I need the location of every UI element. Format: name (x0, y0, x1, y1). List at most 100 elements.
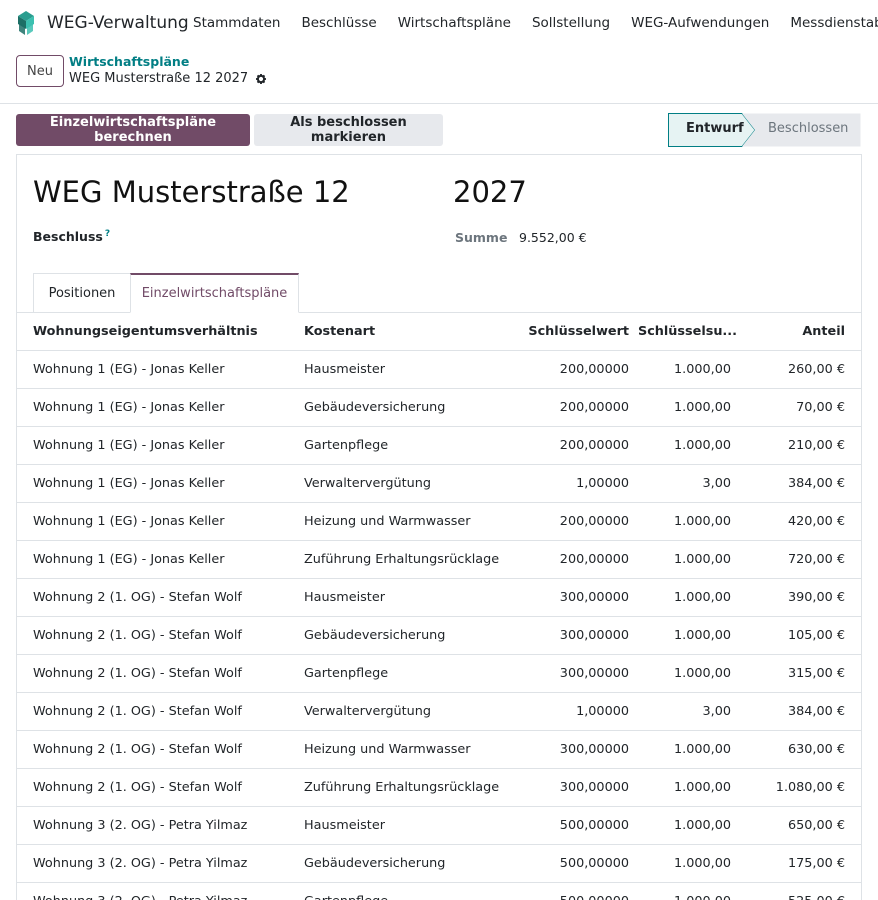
cell-cost-type: Gartenpflege (304, 883, 524, 900)
breadcrumb-parent-link[interactable]: Wirtschaftspläne (69, 54, 189, 69)
cell-unit: Wohnung 1 (EG) - Jonas Keller (33, 552, 225, 567)
cell-cost-type: Zuführung Erhaltungsrücklage (304, 552, 500, 567)
status-draft[interactable]: Entwurf (686, 121, 744, 136)
compute-plans-button[interactable]: Einzelwirtschaftspläne berechnen (16, 114, 250, 146)
record-name[interactable]: WEG Musterstraße 12 (33, 175, 350, 209)
cell-key-sum: 1.000,00 (674, 856, 731, 871)
table-row[interactable]: Wohnung 3 (2. OG) - Petra Yilmaz Gartenpf… (17, 883, 861, 900)
column-header-key-sum[interactable]: Schlüsselsu... (638, 313, 738, 351)
cell-key-value: 500,00000 (559, 856, 629, 871)
menu-item-weg-aufwendungen[interactable]: WEG-Aufwendungen (631, 15, 769, 31)
cell-key-sum: 1.000,00 (674, 590, 731, 605)
table-row[interactable]: Wohnung 2 (1. OG) - Stefan Wolf Gebäudeve… (17, 617, 861, 655)
table-row[interactable]: Wohnung 2 (1. OG) - Stefan Wolf Heizung u… (17, 731, 861, 769)
beschluss-label-text: Beschluss (33, 229, 103, 245)
cell-cost-type: Heizung und Warmwasser (304, 742, 471, 757)
beschluss-label: Beschluss? (33, 229, 110, 244)
table-row[interactable]: Wohnung 1 (EG) - Jonas Keller Zuführung E… (17, 541, 861, 579)
table-row[interactable]: Wohnung 1 (EG) - Jonas Keller Gebäudevers… (17, 389, 861, 427)
new-button[interactable]: Neu (16, 55, 64, 87)
mark-approved-button[interactable]: Als beschlossen markieren (254, 114, 443, 146)
cell-share: 1.080,00 € (775, 780, 845, 795)
cell-share: 525,00 € (737, 883, 845, 900)
summe-value: 9.552,00 € (519, 230, 587, 245)
cell-key-value: 1,00000 (576, 704, 629, 719)
main-menu: Stammdaten Beschlüsse Wirtschaftspläne S… (193, 15, 878, 31)
help-icon[interactable]: ? (105, 229, 110, 239)
cell-cost-type: Zuführung Erhaltungsrücklage (304, 780, 500, 795)
table-row[interactable]: Wohnung 1 (EG) - Jonas Keller Gartenpfleg… (17, 427, 861, 465)
menu-item-wirtschaftsplaene[interactable]: Wirtschaftspläne (398, 15, 511, 31)
column-header-cost-type[interactable]: Kostenart (304, 313, 524, 351)
table-row[interactable]: Wohnung 2 (1. OG) - Stefan Wolf Verwalter… (17, 693, 861, 731)
summe-label: Summe (455, 230, 508, 245)
column-header-share[interactable]: Anteil (737, 313, 845, 351)
plans-table: Wohnungseigentumsverhältnis Kostenart Sc… (17, 313, 861, 900)
cell-unit: Wohnung 2 (1. OG) - Stefan Wolf (33, 666, 242, 681)
menu-item-messdienstabrechnung[interactable]: Messdienstabrechnu (790, 15, 878, 31)
cell-unit: Wohnung 3 (2. OG) - Petra Yilmaz (33, 883, 293, 900)
cell-key-sum: 1.000,00 (637, 883, 731, 900)
cell-key-sum: 1.000,00 (674, 438, 731, 453)
table-row[interactable]: Wohnung 2 (1. OG) - Stefan Wolf Hausmeist… (17, 579, 861, 617)
cell-unit: Wohnung 1 (EG) - Jonas Keller (33, 476, 225, 491)
cell-share: 105,00 € (788, 628, 845, 643)
status-bar: Entwurf Beschlossen (668, 113, 861, 147)
cell-unit: Wohnung 3 (2. OG) - Petra Yilmaz (33, 856, 248, 871)
table-row[interactable]: Wohnung 1 (EG) - Jonas Keller Heizung und… (17, 503, 861, 541)
cell-share: 420,00 € (788, 514, 845, 529)
gear-icon[interactable] (255, 73, 267, 85)
cell-unit: Wohnung 1 (EG) - Jonas Keller (33, 400, 225, 415)
cell-key-sum: 3,00 (702, 704, 732, 719)
tab-einzelwirtschaftsplaene[interactable]: Einzelwirtschaftspläne (130, 273, 299, 313)
table-row[interactable]: Wohnung 2 (1. OG) - Stefan Wolf Zuführung… (17, 769, 861, 807)
status-approved[interactable]: Beschlossen (768, 121, 848, 136)
cell-share: 210,00 € (788, 438, 845, 453)
column-header-unit[interactable]: Wohnungseigentumsverhältnis (33, 313, 293, 351)
cell-unit: Wohnung 1 (EG) - Jonas Keller (33, 514, 225, 529)
cell-cost-type: Heizung und Warmwasser (304, 514, 471, 529)
menu-item-beschluesse[interactable]: Beschlüsse (301, 15, 376, 31)
cell-cost-type: Verwaltervergütung (304, 704, 431, 719)
cell-unit: Wohnung 2 (1. OG) - Stefan Wolf (33, 704, 242, 719)
cell-key-sum: 1.000,00 (674, 780, 731, 795)
cell-cost-type: Gartenpflege (304, 438, 389, 453)
cell-cost-type: Gebäudeversicherung (304, 856, 446, 871)
cell-cost-type: Hausmeister (304, 590, 385, 605)
cell-key-value: 200,00000 (559, 362, 629, 377)
tab-positionen[interactable]: Positionen (33, 273, 131, 312)
breadcrumb-current-label: WEG Musterstraße 12 2027 (69, 71, 249, 86)
menu-item-sollstellung[interactable]: Sollstellung (532, 15, 610, 31)
table-row[interactable]: Wohnung 3 (2. OG) - Petra Yilmaz Gebäudev… (17, 845, 861, 883)
header-divider (0, 103, 878, 104)
app-icon[interactable] (12, 9, 40, 37)
cell-cost-type: Verwaltervergütung (304, 476, 431, 491)
cell-unit: Wohnung 2 (1. OG) - Stefan Wolf (33, 742, 242, 757)
cell-key-sum: 1.000,00 (674, 666, 731, 681)
cell-key-sum: 1.000,00 (674, 552, 731, 567)
cell-unit: Wohnung 1 (EG) - Jonas Keller (33, 362, 225, 377)
cell-cost-type: Gebäudeversicherung (304, 400, 446, 415)
cell-share: 384,00 € (788, 476, 845, 491)
record-year[interactable]: 2027 (453, 175, 527, 209)
cell-cost-type: Gartenpflege (304, 666, 389, 681)
notebook-tabs: Positionen Einzelwirtschaftspläne (17, 273, 861, 313)
cell-key-value: 500,00000 (517, 883, 629, 900)
cell-share: 720,00 € (788, 552, 845, 567)
cell-key-sum: 1.000,00 (674, 628, 731, 643)
cell-share: 630,00 € (788, 742, 845, 757)
cell-key-value: 500,00000 (559, 818, 629, 833)
table-row[interactable]: Wohnung 2 (1. OG) - Stefan Wolf Gartenpfl… (17, 655, 861, 693)
cell-key-value: 200,00000 (559, 438, 629, 453)
table-row[interactable]: Wohnung 1 (EG) - Jonas Keller Verwalterve… (17, 465, 861, 503)
form-sheet: WEG Musterstraße 12 2027 Beschluss? Summ… (16, 154, 862, 900)
app-name[interactable]: WEG-Verwaltung (47, 13, 189, 33)
cell-key-value: 300,00000 (559, 666, 629, 681)
table-row[interactable]: Wohnung 3 (2. OG) - Petra Yilmaz Hausmeis… (17, 807, 861, 845)
cell-cost-type: Hausmeister (304, 818, 385, 833)
column-header-key-value[interactable]: Schlüsselwert (517, 313, 629, 351)
menu-item-stammdaten[interactable]: Stammdaten (193, 15, 280, 31)
table-row[interactable]: Wohnung 1 (EG) - Jonas Keller Hausmeister… (17, 351, 861, 389)
cell-share: 70,00 € (796, 400, 845, 415)
cell-unit: Wohnung 2 (1. OG) - Stefan Wolf (33, 780, 242, 795)
